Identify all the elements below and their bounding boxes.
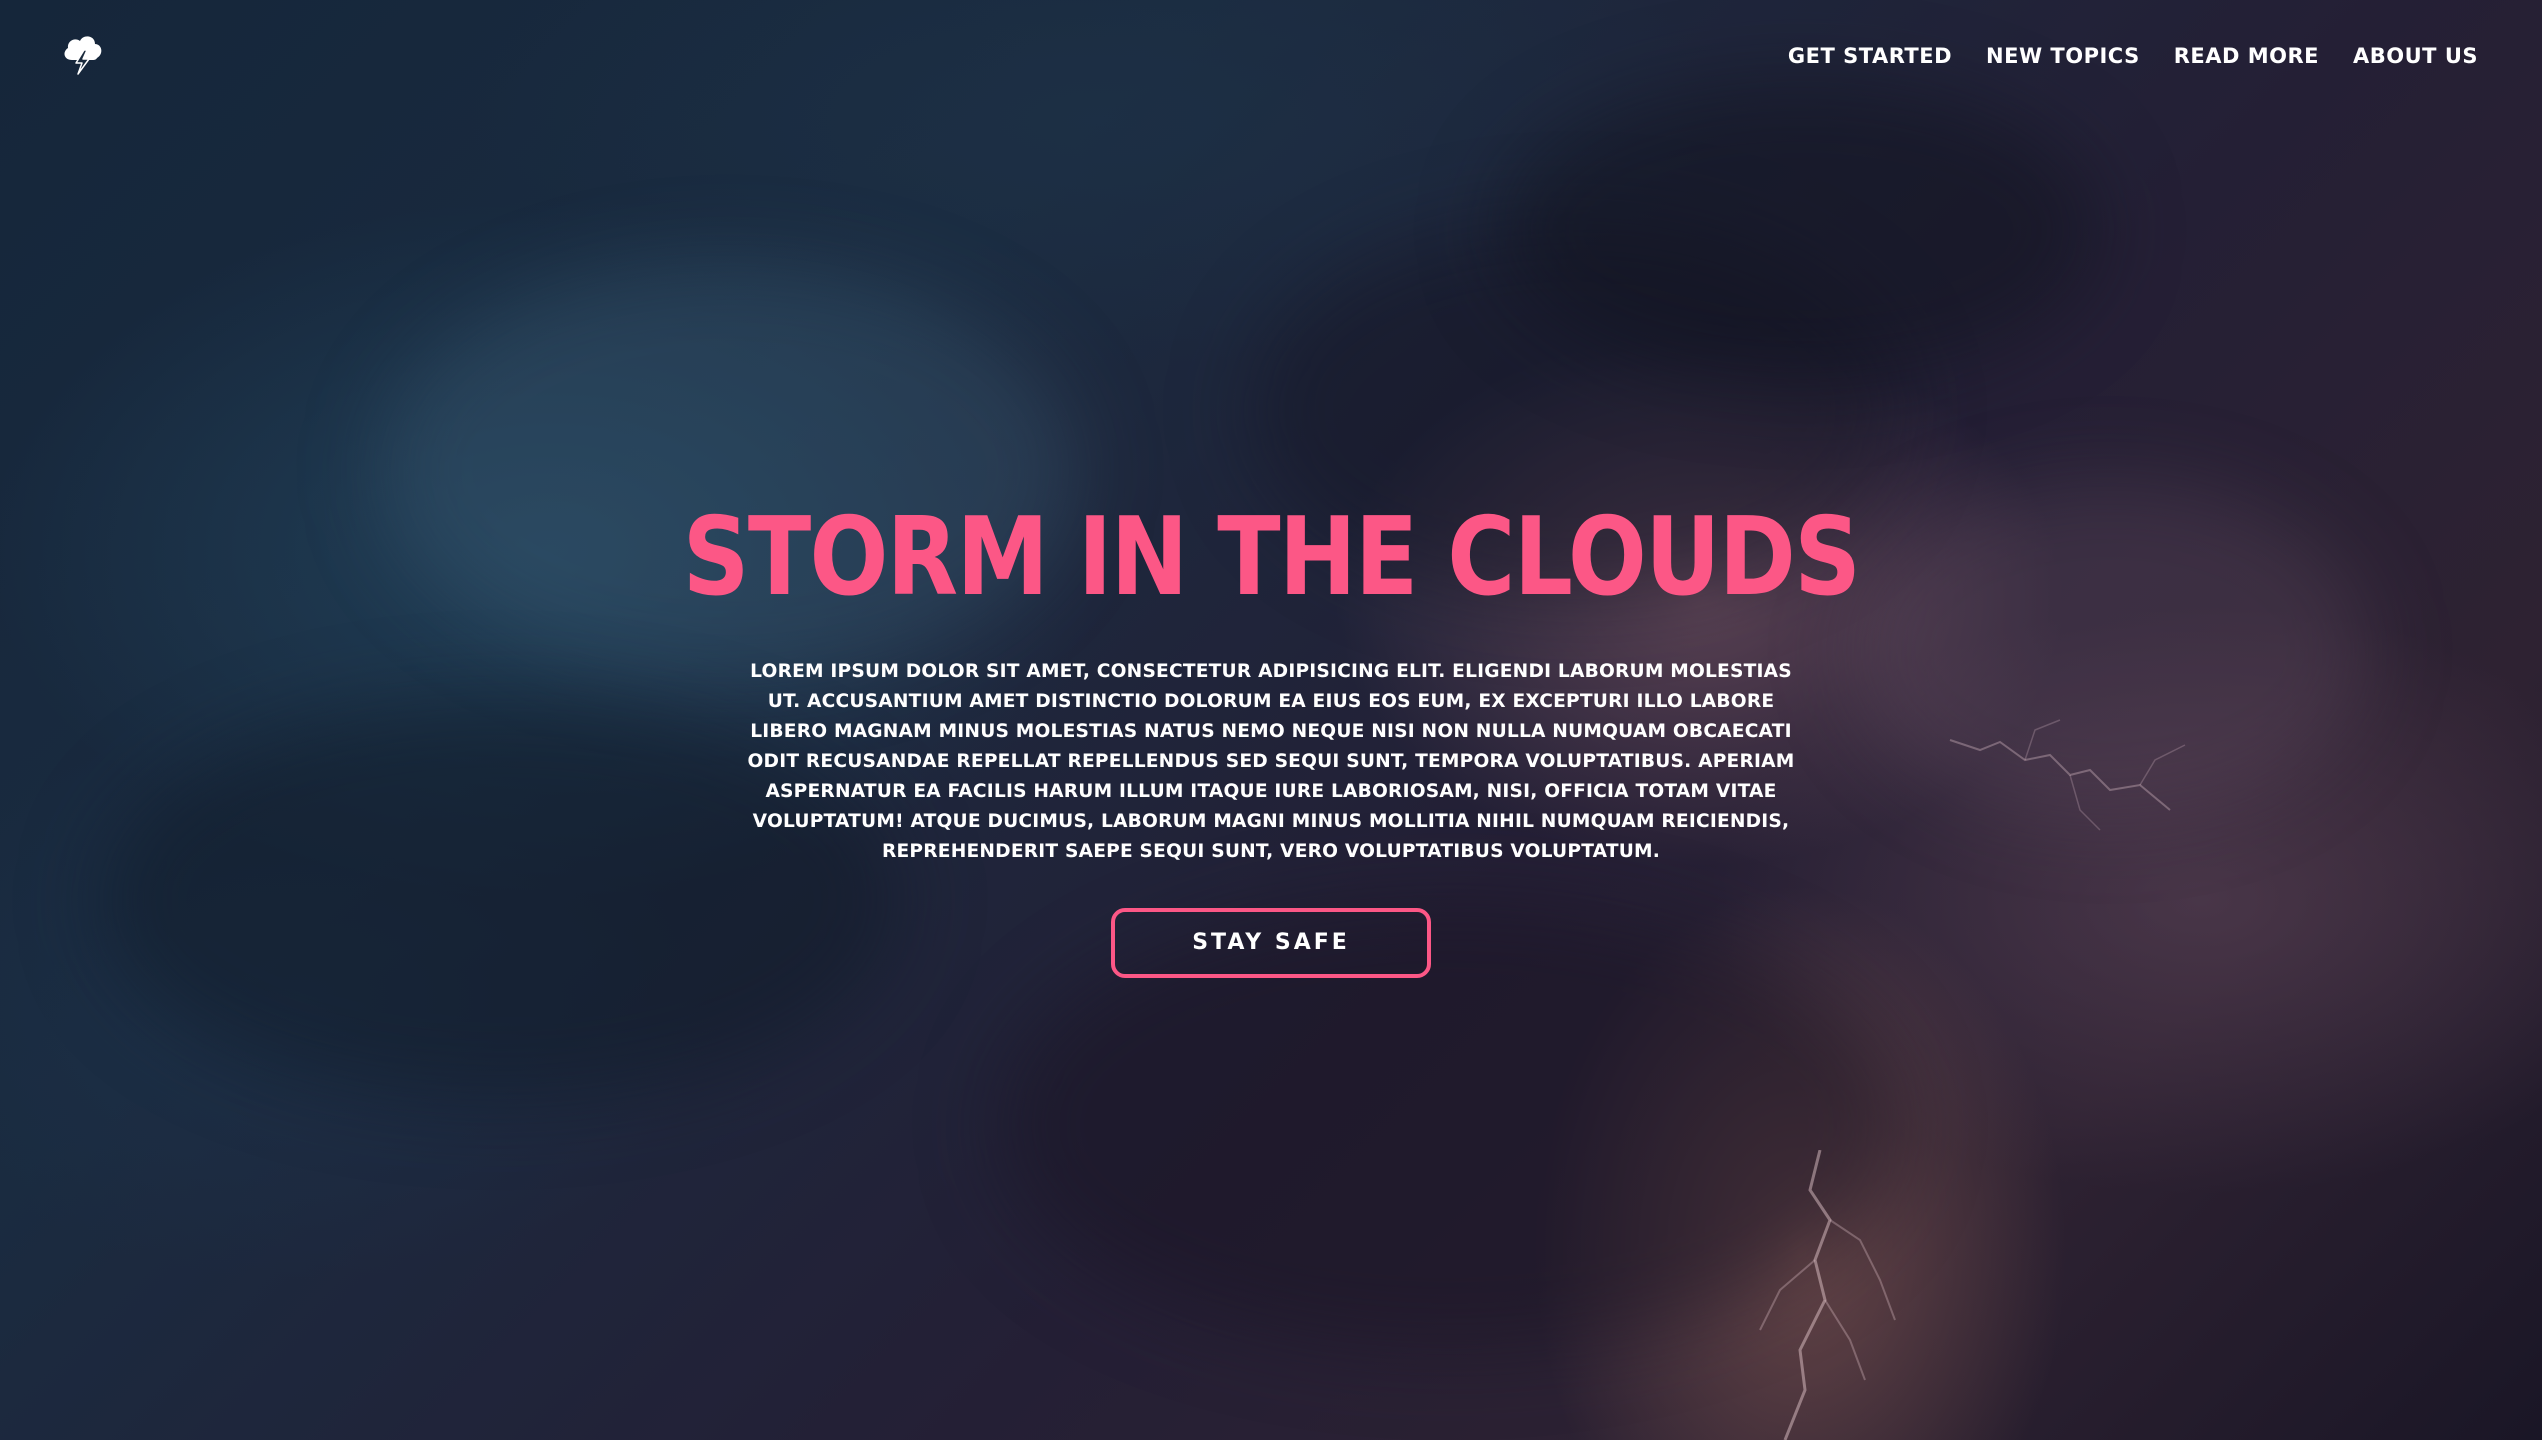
- top-navigation: GET STARTED NEW TOPICS READ MORE ABOUT U…: [0, 0, 2542, 112]
- cloud-lightning-icon[interactable]: [60, 30, 106, 76]
- nav-link-read-more[interactable]: READ MORE: [2174, 38, 2319, 74]
- nav-link-new-topics[interactable]: NEW TOPICS: [1986, 38, 2140, 74]
- nav-link-get-started[interactable]: GET STARTED: [1788, 38, 1952, 74]
- main-nav: GET STARTED NEW TOPICS READ MORE ABOUT U…: [1788, 38, 2478, 74]
- hero-description: LOREM IPSUM DOLOR SIT AMET, CONSECTETUR …: [747, 660, 1795, 862]
- nav-link-about-us[interactable]: ABOUT US: [2353, 38, 2478, 74]
- cloud-shape: [1500, 80, 2100, 380]
- hero-content: STORM IN THE CLOUDS LOREM IPSUM DOLOR SI…: [0, 488, 2542, 978]
- stay-safe-button[interactable]: STAY SAFE: [1111, 908, 1431, 978]
- hero-section: GET STARTED NEW TOPICS READ MORE ABOUT U…: [0, 0, 2542, 1440]
- hero-title: STORM IN THE CLOUDS: [682, 495, 1861, 620]
- lightning-bolt-graphic: [1759, 1150, 1896, 1440]
